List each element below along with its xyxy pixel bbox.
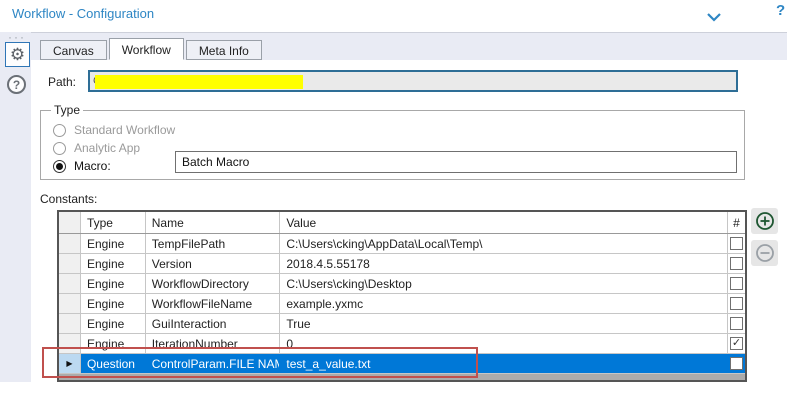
table-row[interactable]: Engine WorkflowFileName example.yxmc [59,294,745,314]
cell-hash: ✓ [728,334,745,353]
table-row[interactable]: Engine WorkflowDirectory C:\Users\cking\De… [59,274,745,294]
radio-label: Analytic App [74,141,141,155]
header-type[interactable]: Type [81,212,146,233]
cell-value[interactable]: example.yxmc [280,294,729,313]
cell-value[interactable]: 2018.4.5.55178 [280,254,729,273]
radio-option[interactable]: Standard Workflow [53,121,736,139]
radio-icon[interactable] [53,159,66,173]
cell-hash [728,314,745,333]
type-group-legend: Type [54,103,81,117]
constants-table-header: Type Name Value # [59,212,745,234]
path-input[interactable]: C [88,70,738,92]
row-checkbox[interactable] [730,357,744,370]
header-gutter [59,212,81,233]
configuration-gear-button[interactable]: ⚙ [5,42,30,67]
constants-label: Constants: [40,192,98,206]
table-row[interactable]: Engine GuiInteraction True [59,314,745,334]
radio-icon[interactable] [53,141,66,155]
gear-icon: ⚙ [9,45,26,64]
cell-value[interactable]: C:\Users\cking\AppData\Local\Temp\ [280,234,729,253]
cell-type[interactable]: Engine [81,234,146,253]
header-hash[interactable]: # [728,212,745,233]
cell-name[interactable]: GuiInteraction [146,314,281,333]
table-row[interactable]: Engine TempFilePath C:\Users\cking\AppData… [59,234,745,254]
chevron-down-icon[interactable] [706,10,722,28]
tab-bar: Canvas Workflow Meta Info [40,38,264,60]
add-constant-button[interactable] [751,208,778,234]
row-selector[interactable] [59,314,81,333]
cell-value[interactable]: C:\Users\cking\Desktop [280,274,729,293]
cell-type[interactable]: Engine [81,254,146,273]
question-mark-icon: ? [12,77,21,92]
row-checkbox[interactable] [730,257,744,270]
row-checkbox[interactable] [730,297,744,310]
radio-label: Standard Workflow [74,123,176,137]
row-checkbox[interactable] [730,317,744,330]
cell-name[interactable]: WorkflowFileName [146,294,281,313]
tab-meta-info[interactable]: Meta Info [185,40,262,60]
yellow-redaction-overlay [95,75,303,89]
row-checkbox[interactable]: ✓ [730,337,744,350]
row-checkbox[interactable] [730,237,744,250]
tab-workflow[interactable]: Workflow [108,38,184,60]
minus-circle-icon [755,244,774,262]
help-icon[interactable]: ? [776,2,785,19]
cell-hash [728,274,745,293]
cell-name[interactable]: WorkflowDirectory [146,274,281,293]
plus-circle-icon [755,212,774,230]
row-selector[interactable] [59,254,81,273]
row-checkbox[interactable] [730,277,744,290]
cell-hash [728,234,745,253]
row-selector[interactable] [59,234,81,253]
help-circle-button[interactable]: ? [7,75,26,94]
cell-type[interactable]: Engine [81,314,146,333]
cell-hash [728,354,745,373]
radio-icon[interactable] [53,123,66,137]
cell-name[interactable]: Version [146,254,281,273]
page-title: Workflow - Configuration [12,6,155,21]
cell-value[interactable]: True [280,314,729,333]
cell-type[interactable]: Engine [81,294,146,313]
row-selector[interactable] [59,294,81,313]
cell-name[interactable]: TempFilePath [146,234,281,253]
path-label: Path: [48,75,77,89]
header-name[interactable]: Name [146,212,281,233]
radio-label: Macro: [74,159,111,173]
header-value[interactable]: Value [280,212,729,233]
tab-canvas[interactable]: Canvas [40,40,107,60]
row-selector[interactable] [59,274,81,293]
cell-hash [728,294,745,313]
macro-type-dropdown[interactable]: Batch Macro [175,151,737,173]
red-annotation-box [42,347,478,378]
table-row[interactable]: Engine Version 2018.4.5.55178 [59,254,745,274]
remove-constant-button[interactable] [751,240,778,266]
cell-type[interactable]: Engine [81,274,146,293]
cell-hash [728,254,745,273]
